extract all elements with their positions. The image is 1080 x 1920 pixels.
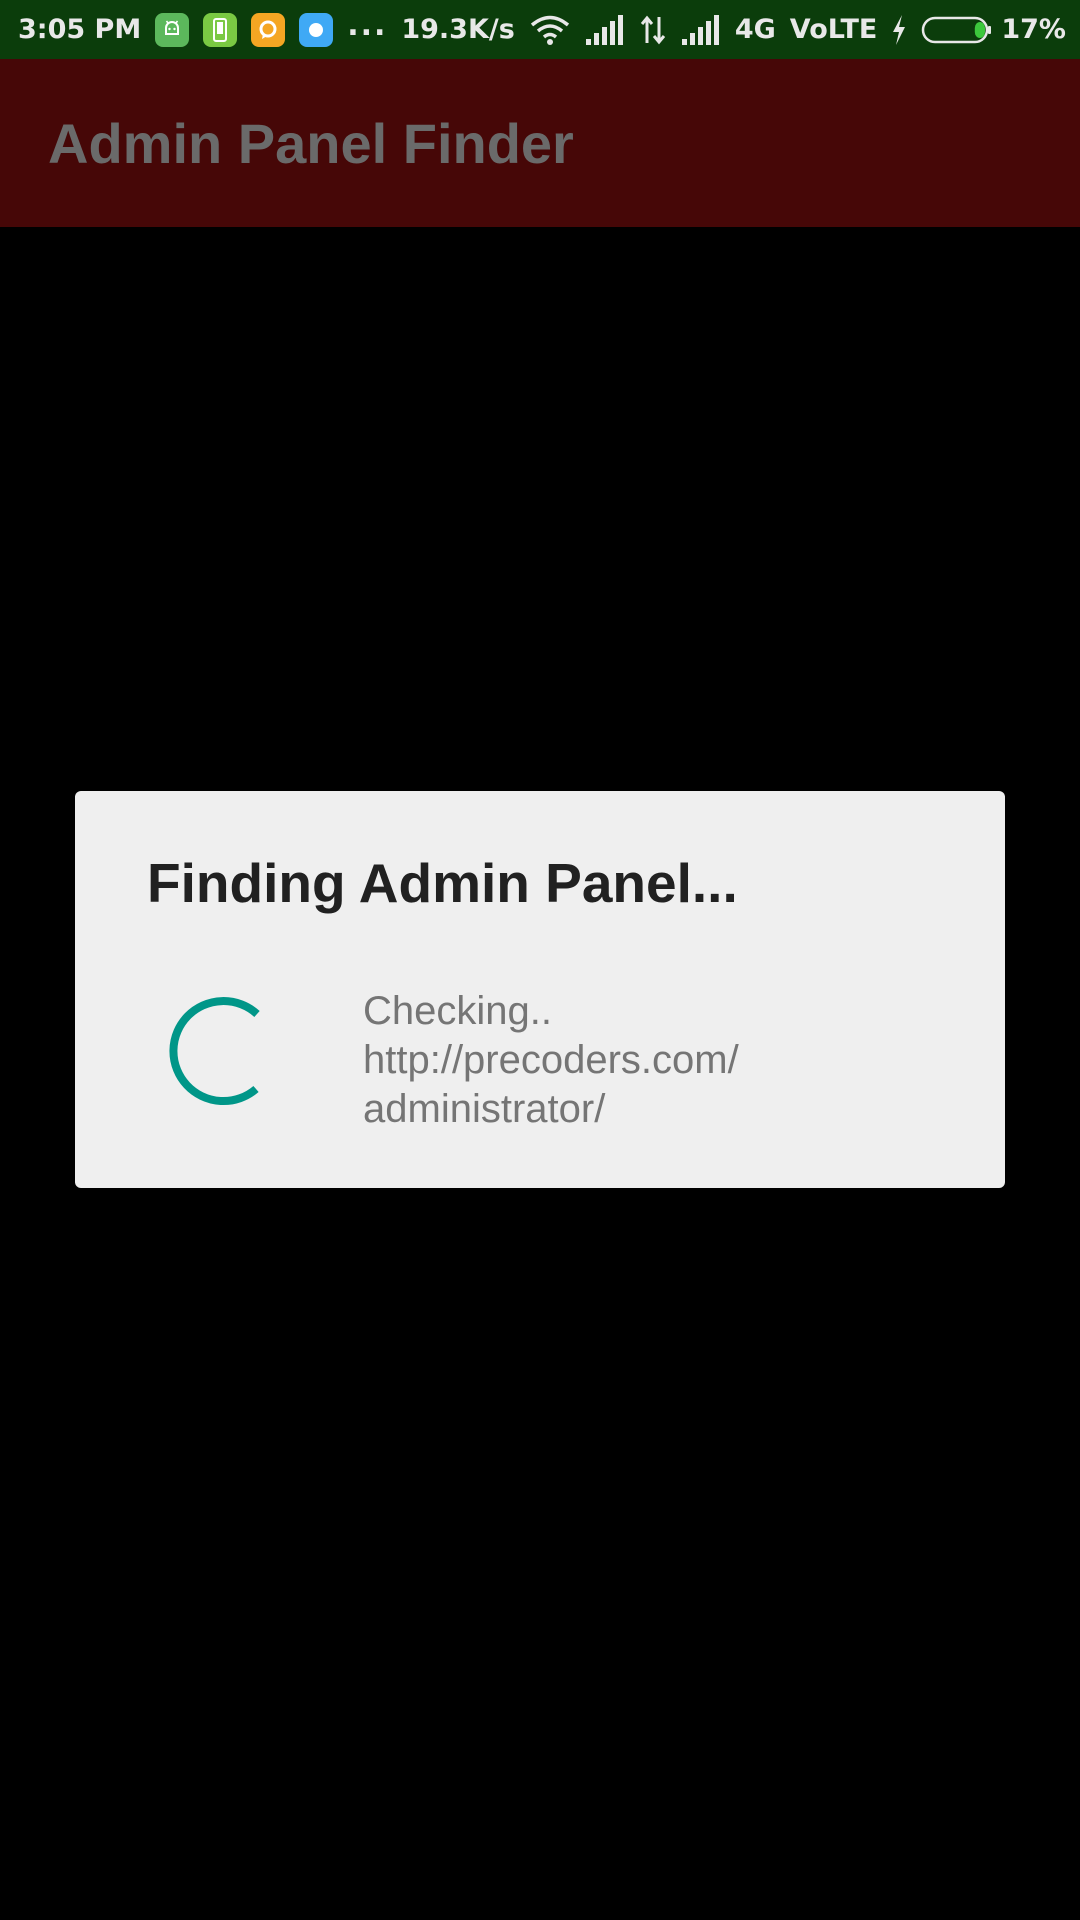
loading-spinner-icon <box>169 997 260 1106</box>
progress-dialog: Finding Admin Panel... Checking.. http:/… <box>75 791 1005 1188</box>
chat-bubble-icon <box>299 12 334 47</box>
chat-bubble-icon <box>251 12 286 47</box>
app-title: Admin Panel Finder <box>48 111 574 175</box>
battery-icon <box>921 15 993 45</box>
status-bar: 3:05 PM ... 19.3K/s 4G VoLTE 17% <box>0 0 1080 59</box>
more-notifications-indicator: ... <box>347 8 388 43</box>
status-bar-left: 3:05 PM ... <box>18 8 387 47</box>
volte-indicator: VoLTE <box>789 14 878 45</box>
battery-percent: 17% <box>1001 14 1066 45</box>
status-bar-right: 19.3K/s 4G VoLTE 17% <box>401 14 1066 46</box>
status-time: 3:05 PM <box>18 14 142 45</box>
dialog-title: Finding Admin Panel... <box>147 852 738 914</box>
network-speed: 19.3K/s <box>401 14 515 45</box>
android-robot-icon <box>155 12 190 47</box>
wifi-icon <box>529 14 571 46</box>
screen: 3:05 PM ... 19.3K/s 4G VoLTE 17% Admin P… <box>0 0 1080 1920</box>
app-bar: Admin Panel Finder <box>0 59 1080 227</box>
dialog-message: Checking.. http://precoders.com/ adminis… <box>363 989 739 1131</box>
data-transfer-icon <box>639 15 667 45</box>
signal-strength-icon <box>681 14 721 45</box>
network-type: 4G <box>734 14 776 45</box>
battery-indicator: 17% <box>921 14 1066 45</box>
signal-strength-icon <box>585 14 625 45</box>
phone-icon <box>203 12 238 47</box>
charging-bolt-icon <box>891 14 907 45</box>
